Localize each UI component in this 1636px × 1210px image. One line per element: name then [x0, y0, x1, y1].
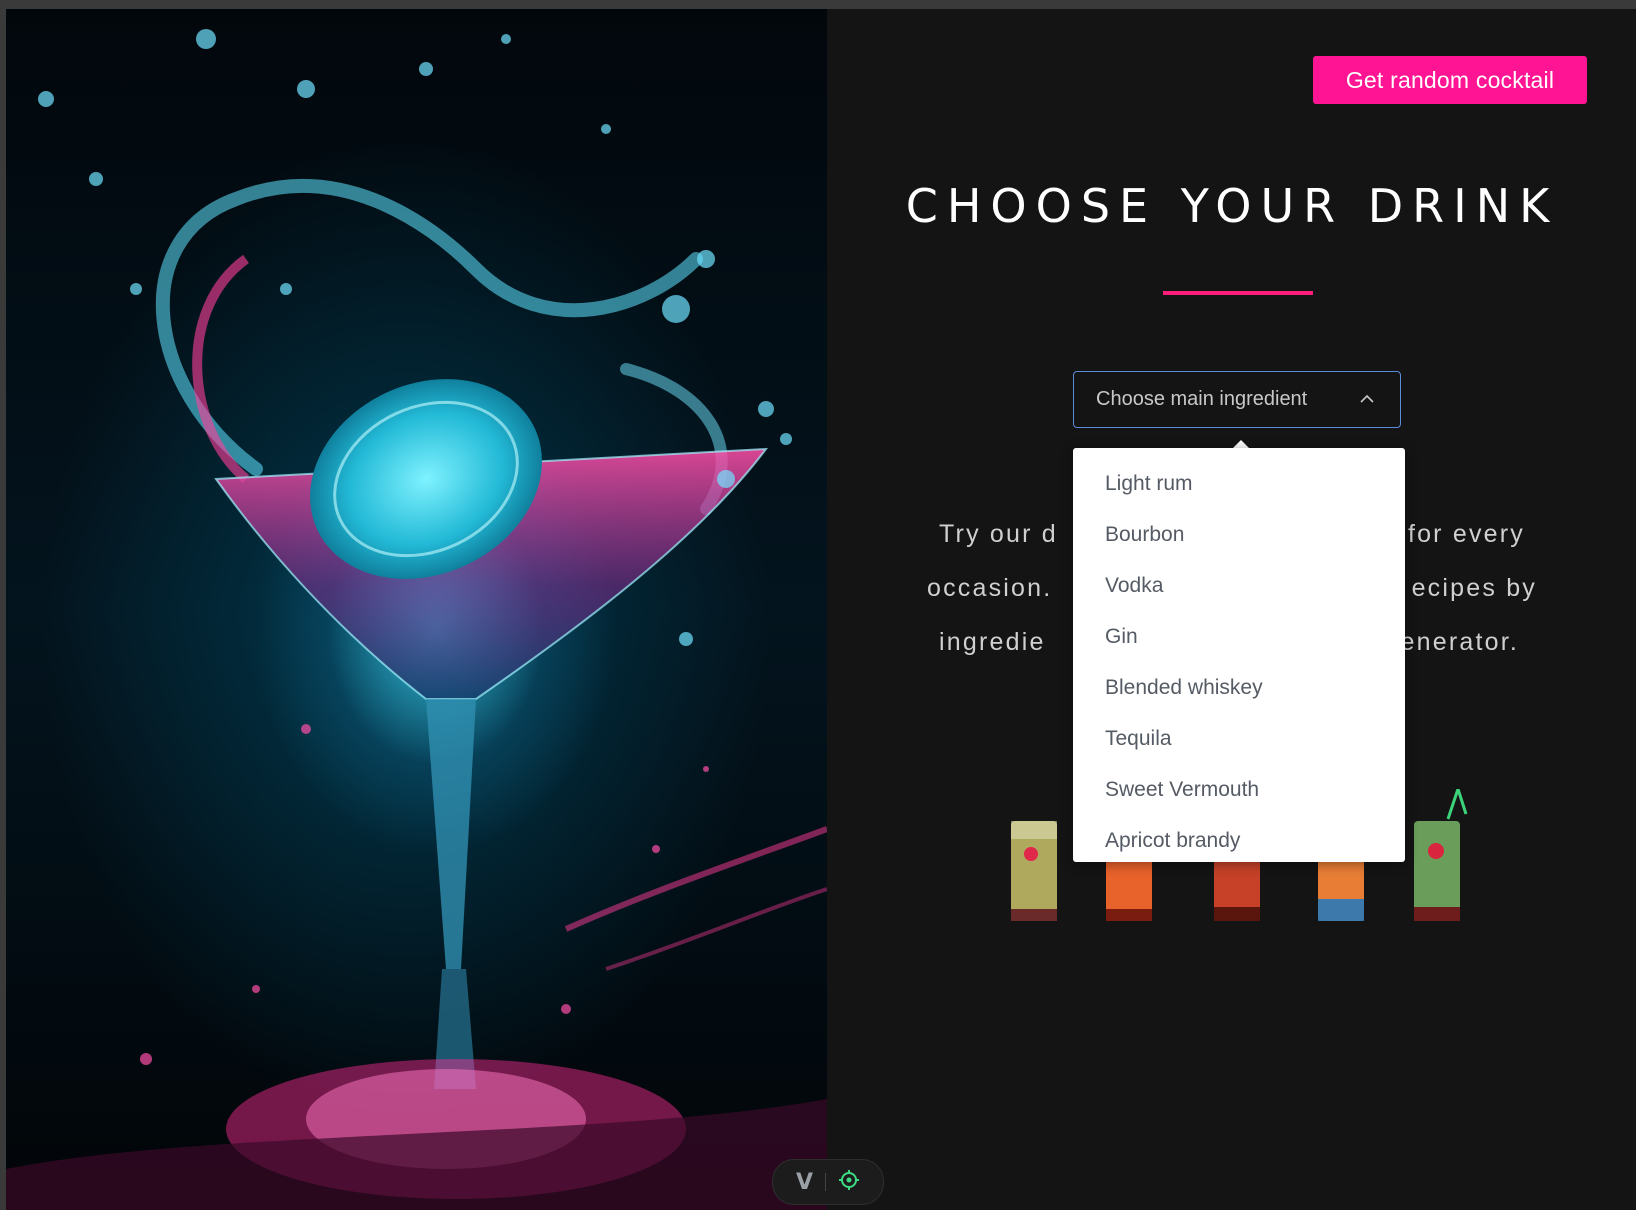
glass-4: [1318, 859, 1364, 921]
ingredient-dropdown-menu: Light rum Bourbon Vodka Gin Blended whis…: [1073, 448, 1405, 862]
cocktail-splash-illustration: [6, 29, 827, 1210]
ingredient-option-bourbon[interactable]: Bourbon: [1073, 509, 1405, 560]
get-random-cocktail-button[interactable]: Get random cocktail: [1313, 56, 1587, 104]
glass-3: [1214, 859, 1260, 921]
description-line-2a: occasion.: [927, 574, 1053, 602]
ingredient-option-vodka[interactable]: Vodka: [1073, 560, 1405, 611]
page-title: CHOOSE YOUR DRINK: [905, 179, 1559, 233]
glass-5: [1414, 789, 1468, 921]
hero-cocktail-image: [6, 9, 827, 1210]
v-logo-icon[interactable]: V: [796, 1170, 813, 1195]
description-line-1a: Try our d: [939, 520, 1058, 548]
main-ingredient-select[interactable]: Choose main ingredient: [1073, 371, 1401, 428]
description-line-2b: ecipes by: [1411, 574, 1537, 602]
ingredient-option-blended-whiskey[interactable]: Blended whiskey: [1073, 662, 1405, 713]
app-root: V Get random cocktail CHOOSE YOUR DRINK …: [6, 9, 1636, 1210]
ingredient-option-sweet-vermouth[interactable]: Sweet Vermouth: [1073, 764, 1405, 815]
title-underline: [1163, 291, 1313, 295]
description-line-3b: enerator.: [1400, 628, 1519, 656]
window-frame: V Get random cocktail CHOOSE YOUR DRINK …: [0, 0, 1636, 1210]
floating-toolbar: V: [772, 1159, 884, 1205]
glass-2: [1106, 859, 1152, 921]
description-line-1b: for every: [1407, 520, 1525, 548]
ingredient-option-apricot-brandy[interactable]: Apricot brandy: [1073, 815, 1405, 862]
toolbar-divider: [825, 1173, 827, 1191]
chevron-up-icon: [1360, 394, 1374, 403]
target-icon[interactable]: [838, 1169, 860, 1196]
description-line-3a: ingredie: [939, 628, 1046, 656]
select-placeholder: Choose main ingredient: [1096, 388, 1308, 410]
ingredient-option-tequila[interactable]: Tequila: [1073, 713, 1405, 764]
ingredient-option-gin[interactable]: Gin: [1073, 611, 1405, 662]
glass-1: [1011, 821, 1057, 921]
ingredient-option-light-rum[interactable]: Light rum: [1073, 458, 1405, 509]
